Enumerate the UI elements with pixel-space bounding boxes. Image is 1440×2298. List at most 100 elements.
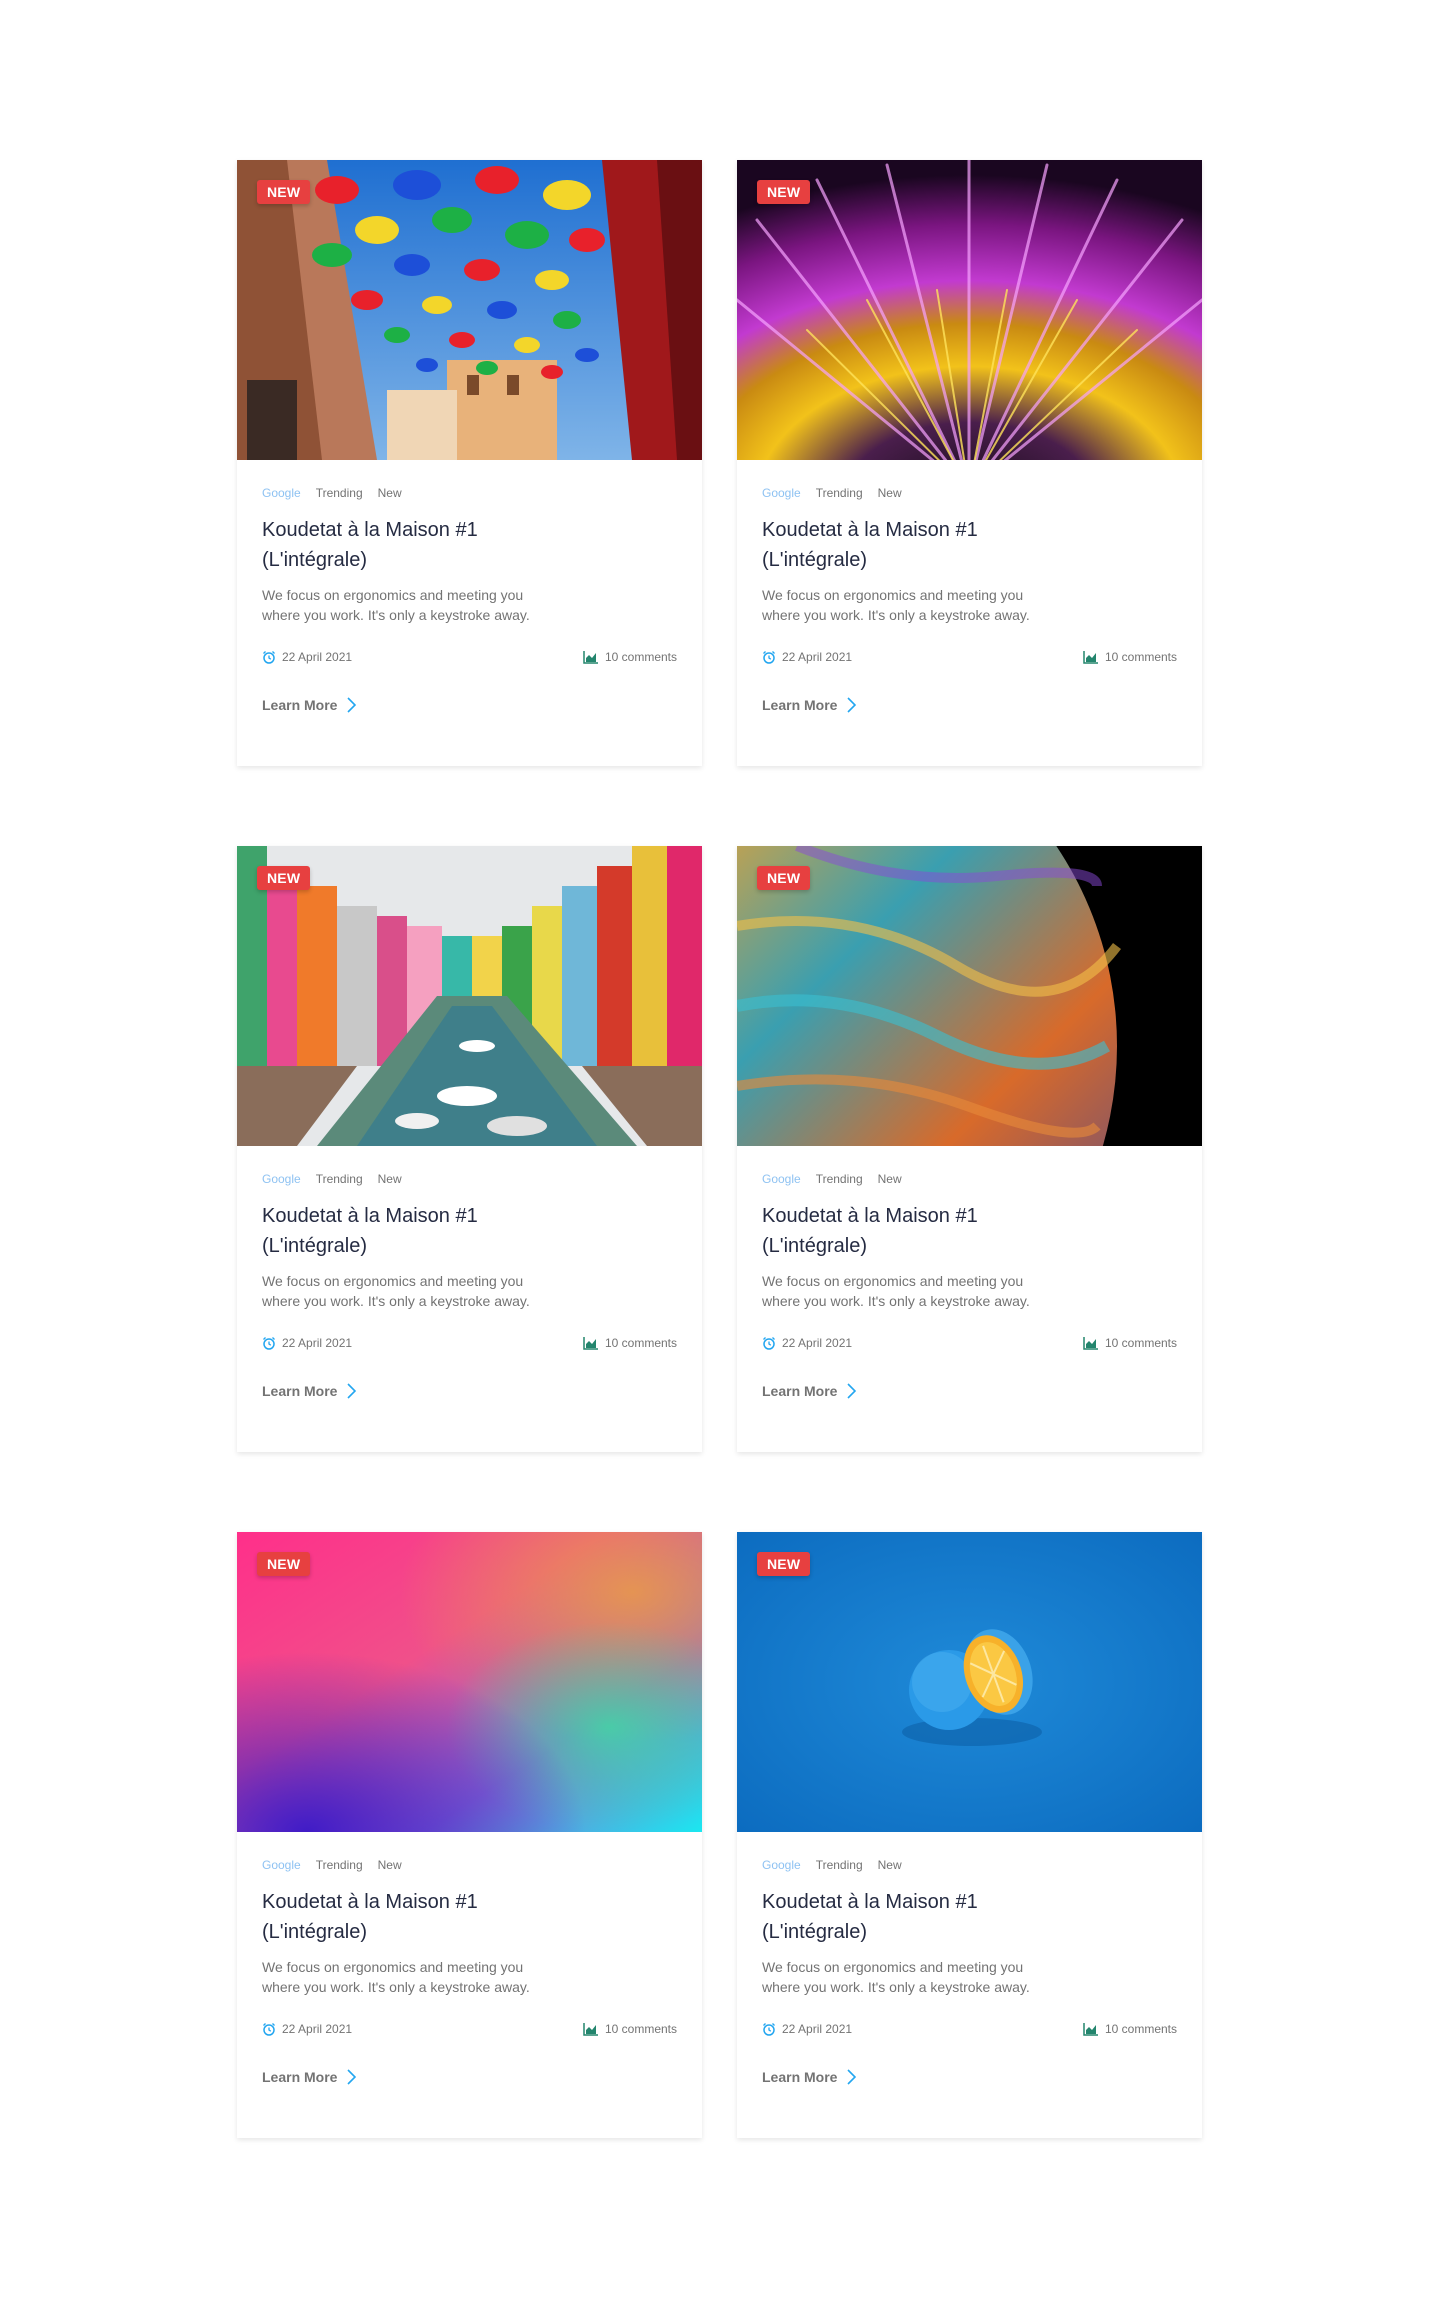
- new-badge: NEW: [257, 866, 311, 890]
- card-title[interactable]: Koudetat à la Maison #1 (L'intégrale): [762, 515, 1042, 575]
- card-body: Google Trending New Koudetat à la Maison…: [737, 460, 1202, 766]
- post-card: NEW Google Trending New Koudetat à la Ma…: [237, 160, 702, 766]
- date-meta: 22 April 2021: [262, 2021, 352, 2037]
- learn-more-label: Learn More: [762, 2069, 838, 2085]
- learn-more-link[interactable]: Learn More: [262, 693, 677, 717]
- post-date: 22 April 2021: [782, 650, 853, 664]
- new-badge: NEW: [757, 180, 811, 204]
- tag-list: Google Trending New: [762, 485, 1177, 501]
- learn-more-label: Learn More: [262, 697, 338, 713]
- tag-list: Google Trending New: [762, 1171, 1177, 1187]
- learn-more-label: Learn More: [762, 697, 838, 713]
- chevron-right-icon: [847, 2069, 857, 2085]
- alarm-clock-icon: [763, 2023, 775, 2036]
- comments-meta[interactable]: 10 comments: [583, 2021, 677, 2037]
- blue-orange-image: [737, 1532, 1202, 1832]
- card-image[interactable]: NEW: [737, 160, 1202, 460]
- date-meta: 22 April 2021: [262, 649, 352, 665]
- learn-more-link[interactable]: Learn More: [762, 693, 1177, 717]
- learn-more-link[interactable]: Learn More: [262, 1379, 677, 1403]
- learn-more-label: Learn More: [762, 1383, 838, 1399]
- card-grid: NEW Google Trending New Koudetat à la Ma…: [237, 160, 1202, 2138]
- card-image[interactable]: NEW: [237, 846, 702, 1146]
- card-title[interactable]: Koudetat à la Maison #1 (L'intégrale): [262, 1887, 542, 1947]
- tag-new[interactable]: New: [878, 1857, 902, 1873]
- tag-new[interactable]: New: [378, 1171, 402, 1187]
- tag-new[interactable]: New: [378, 1857, 402, 1873]
- tag-new[interactable]: New: [878, 485, 902, 501]
- card-image[interactable]: NEW: [237, 160, 702, 460]
- card-image[interactable]: NEW: [737, 846, 1202, 1146]
- tag-new[interactable]: New: [378, 485, 402, 501]
- post-date: 22 April 2021: [282, 650, 353, 664]
- alarm-clock-icon: [263, 1337, 275, 1350]
- alarm-clock-icon: [263, 651, 275, 664]
- comment-count: 10 comments: [604, 2022, 677, 2036]
- tag-new[interactable]: New: [878, 1171, 902, 1187]
- card-meta: 22 April 2021 10 comments: [762, 2021, 1177, 2037]
- card-description: We focus on ergonomics and meeting you w…: [262, 587, 530, 623]
- alarm-clock-icon: [763, 651, 775, 664]
- tag-trending[interactable]: Trending: [316, 485, 363, 501]
- tag-trending[interactable]: Trending: [816, 485, 863, 501]
- post-card: NEW Google Trending New Koudetat à la Ma…: [737, 846, 1202, 1452]
- date-meta: 22 April 2021: [762, 2021, 852, 2037]
- tag-list: Google Trending New: [262, 485, 677, 501]
- tag-trending[interactable]: Trending: [816, 1171, 863, 1187]
- post-card: NEW Google Trending New Koudetat à la Ma…: [737, 160, 1202, 766]
- card-description: We focus on ergonomics and meeting you w…: [762, 1959, 1030, 1995]
- card-description: We focus on ergonomics and meeting you w…: [762, 587, 1030, 623]
- card-meta: 22 April 2021 10 comments: [262, 1335, 677, 1351]
- learn-more-label: Learn More: [262, 2069, 338, 2085]
- card-image[interactable]: NEW: [237, 1532, 702, 1832]
- tag-trending[interactable]: Trending: [316, 1171, 363, 1187]
- learn-more-link[interactable]: Learn More: [262, 2065, 677, 2089]
- card-title[interactable]: Koudetat à la Maison #1 (L'intégrale): [262, 515, 542, 575]
- card-title[interactable]: Koudetat à la Maison #1 (L'intégrale): [762, 1201, 1042, 1261]
- new-badge: NEW: [257, 1552, 311, 1576]
- tag-list: Google Trending New: [262, 1857, 677, 1873]
- comments-meta[interactable]: 10 comments: [583, 649, 677, 665]
- chart-icon: [583, 651, 598, 664]
- card-description: We focus on ergonomics and meeting you w…: [262, 1959, 530, 1995]
- card-meta: 22 April 2021 10 comments: [262, 2021, 677, 2037]
- comments-meta[interactable]: 10 comments: [1083, 649, 1177, 665]
- card-body: Google Trending New Koudetat à la Maison…: [737, 1832, 1202, 2138]
- new-badge: NEW: [257, 180, 311, 204]
- card-body: Google Trending New Koudetat à la Maison…: [237, 460, 702, 766]
- tag-trending[interactable]: Trending: [316, 1857, 363, 1873]
- tag-trending[interactable]: Trending: [816, 1857, 863, 1873]
- comments-meta[interactable]: 10 comments: [1083, 1335, 1177, 1351]
- chart-icon: [1083, 1337, 1098, 1350]
- comments-meta[interactable]: 10 comments: [583, 1335, 677, 1351]
- tag-google[interactable]: Google: [262, 1857, 301, 1873]
- card-meta: 22 April 2021 10 comments: [762, 1335, 1177, 1351]
- post-date: 22 April 2021: [782, 1336, 853, 1350]
- learn-more-label: Learn More: [262, 1383, 338, 1399]
- chevron-right-icon: [347, 1383, 357, 1399]
- learn-more-link[interactable]: Learn More: [762, 1379, 1177, 1403]
- tag-google[interactable]: Google: [262, 485, 301, 501]
- comments-meta[interactable]: 10 comments: [1083, 2021, 1177, 2037]
- card-description: We focus on ergonomics and meeting you w…: [262, 1273, 530, 1309]
- learn-more-link[interactable]: Learn More: [762, 2065, 1177, 2089]
- card-title[interactable]: Koudetat à la Maison #1 (L'intégrale): [762, 1887, 1042, 1947]
- card-title[interactable]: Koudetat à la Maison #1 (L'intégrale): [262, 1201, 542, 1261]
- tag-google[interactable]: Google: [762, 1171, 801, 1187]
- post-card: NEW Google Trending New Koudetat à la Ma…: [737, 1532, 1202, 2138]
- tag-google[interactable]: Google: [262, 1171, 301, 1187]
- chart-icon: [583, 1337, 598, 1350]
- card-image[interactable]: NEW: [737, 1532, 1202, 1832]
- tag-list: Google Trending New: [262, 1171, 677, 1187]
- tag-google[interactable]: Google: [762, 485, 801, 501]
- comment-count: 10 comments: [604, 650, 677, 664]
- tag-google[interactable]: Google: [762, 1857, 801, 1873]
- chevron-right-icon: [347, 2069, 357, 2085]
- card-body: Google Trending New Koudetat à la Maison…: [737, 1146, 1202, 1452]
- canal-houses-image: [237, 846, 702, 1146]
- post-date: 22 April 2021: [282, 2022, 353, 2036]
- comment-count: 10 comments: [1104, 2022, 1177, 2036]
- chart-icon: [1083, 651, 1098, 664]
- chart-icon: [1083, 2023, 1098, 2036]
- bubble-planet-image: [737, 846, 1202, 1146]
